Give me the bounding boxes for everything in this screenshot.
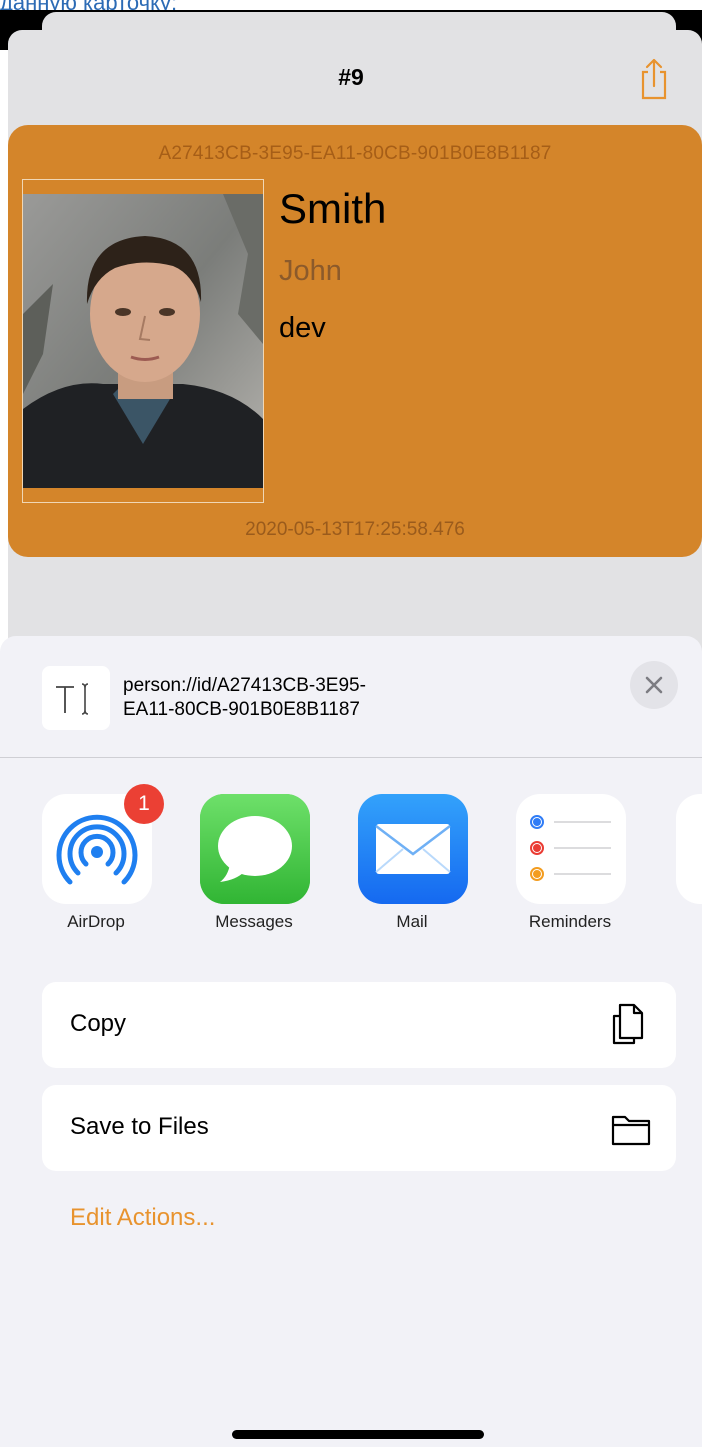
- app-label-messages: Messages: [215, 912, 293, 931]
- person-card[interactable]: A27413CB-3E95-EA11-80CB-901B0E8B1187 Smi…: [8, 125, 702, 557]
- copy-label: Copy: [70, 1010, 127, 1037]
- surname: Smith: [279, 185, 387, 232]
- app-mail[interactable]: [358, 794, 468, 904]
- save-to-files-label: Save to Files: [70, 1113, 209, 1140]
- person-photo: [23, 194, 263, 488]
- home-indicator[interactable]: [232, 1430, 484, 1439]
- text-document-icon: [42, 666, 110, 730]
- app-label-airdrop: AirDrop: [67, 912, 125, 931]
- first-name: John: [279, 255, 342, 287]
- edit-actions-link[interactable]: Edit Actions...: [70, 1204, 215, 1232]
- app-next-partial[interactable]: [676, 794, 702, 904]
- app-label-mail: Mail: [396, 912, 428, 931]
- messages-icon: [200, 794, 310, 904]
- mail-icon: [358, 794, 468, 904]
- card-id: A27413CB-3E95-EA11-80CB-901B0E8B1187: [158, 143, 552, 164]
- role: dev: [279, 312, 326, 344]
- share-preview-text: person://id/A27413CB-3E95- EA11-80CB-901…: [123, 674, 603, 722]
- save-to-files-action[interactable]: Save to Files: [42, 1085, 676, 1171]
- share-preview-line-1: person://id/A27413CB-3E95-: [123, 675, 366, 696]
- close-button[interactable]: [630, 661, 678, 709]
- divider: [0, 757, 702, 758]
- card-date: 2020-05-13T17:25:58.476: [245, 519, 465, 540]
- copy-action[interactable]: Copy: [42, 982, 676, 1068]
- folder-icon: [611, 1115, 651, 1146]
- app-reminders[interactable]: [516, 794, 626, 904]
- close-icon: [645, 676, 663, 694]
- photo-frame: [22, 179, 264, 503]
- page-title: #9: [338, 64, 364, 90]
- app-label-reminders: Reminders: [528, 912, 612, 931]
- share-icon: [641, 58, 667, 100]
- notification-badge: 1: [124, 784, 164, 824]
- app-messages[interactable]: [200, 794, 310, 904]
- copy-icon: [612, 1003, 644, 1045]
- reminders-icon: [530, 815, 611, 881]
- share-preview-line-2: EA11-80CB-901B0E8B1187: [123, 699, 360, 720]
- share-button[interactable]: [638, 56, 670, 100]
